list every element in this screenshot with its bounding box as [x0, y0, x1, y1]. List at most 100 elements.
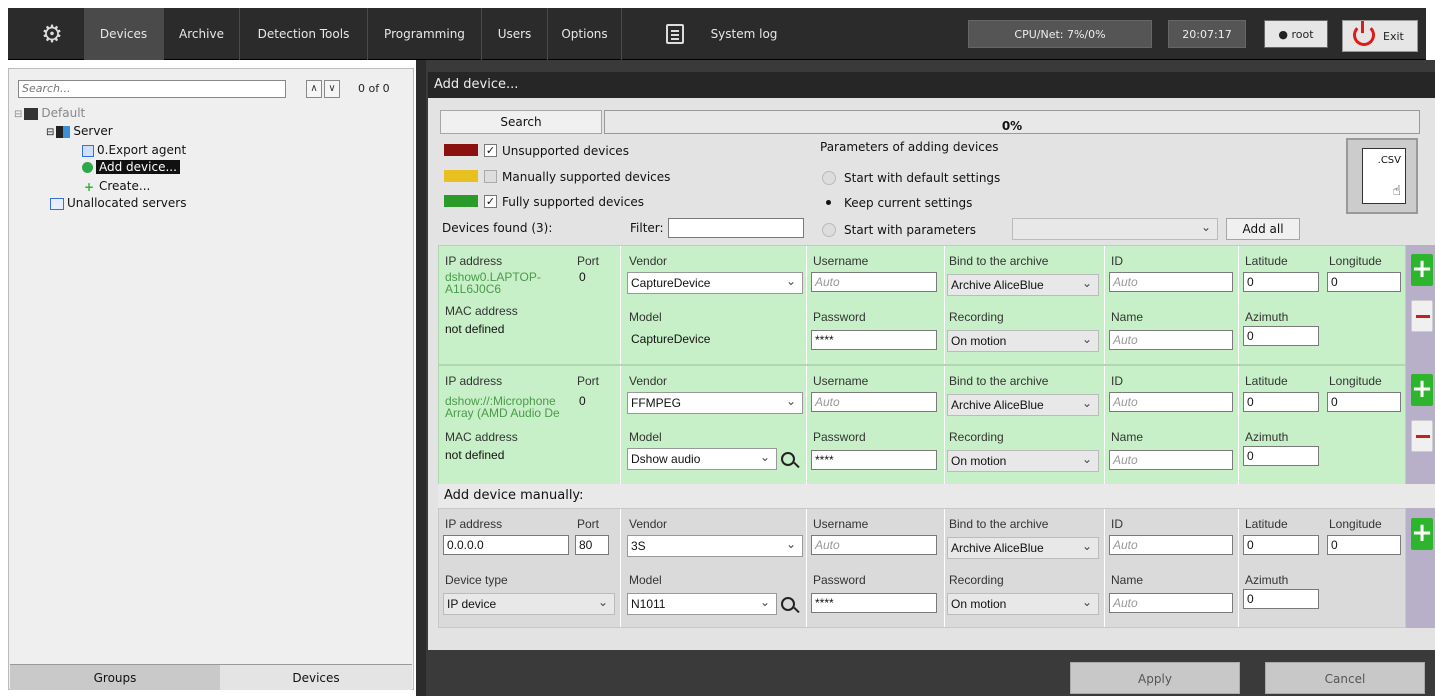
tree-label: 0.Export agent: [97, 143, 187, 157]
power-icon: [1353, 21, 1375, 46]
exit-button[interactable]: Exit: [1342, 20, 1418, 52]
azimuth-input[interactable]: 0: [1243, 446, 1319, 466]
id-input[interactable]: Auto: [1109, 535, 1233, 555]
model-select[interactable]: N1011: [627, 592, 777, 615]
radio-keep-settings[interactable]: [822, 196, 836, 210]
password-input[interactable]: ****: [811, 330, 937, 350]
cpu-net-indicator: CPU/Net: 7%/0%: [968, 20, 1152, 48]
tree-item-unallocated[interactable]: Unallocated servers: [50, 196, 186, 210]
tree-item-export-agent[interactable]: 0.Export agent: [82, 143, 186, 157]
port-input[interactable]: 80: [575, 535, 609, 555]
gear-icon[interactable]: ⚙: [38, 20, 66, 48]
add-manual-device-button[interactable]: +: [1411, 518, 1433, 550]
latitude-input[interactable]: 0: [1243, 392, 1319, 412]
tab-devices-list[interactable]: Devices: [220, 664, 412, 690]
azimuth-input[interactable]: 0: [1243, 326, 1319, 346]
model-select[interactable]: Dshow audio: [627, 447, 777, 470]
device-type-select[interactable]: IP device: [443, 592, 615, 615]
tab-programming[interactable]: Programming: [368, 8, 482, 60]
recording-label: Recording: [949, 430, 1004, 444]
magnifier-icon: [82, 162, 93, 173]
archive-select[interactable]: Archive AliceBlue: [947, 393, 1099, 416]
latitude-label: Latitude: [1245, 254, 1288, 268]
latitude-input[interactable]: 0: [1243, 535, 1319, 555]
longitude-input[interactable]: 0: [1327, 392, 1401, 412]
add-device-button[interactable]: +: [1411, 374, 1433, 406]
password-input[interactable]: ****: [811, 593, 937, 613]
archive-select[interactable]: Archive AliceBlue: [947, 273, 1099, 296]
latitude-input[interactable]: 0: [1243, 272, 1319, 292]
tab-options[interactable]: Options: [548, 8, 622, 60]
tree-item-default[interactable]: ⊟ Default: [14, 106, 85, 122]
add-device-button[interactable]: +: [1411, 254, 1433, 286]
search-icon[interactable]: [781, 597, 795, 611]
latitude-label: Latitude: [1245, 517, 1288, 531]
add-all-button[interactable]: Add all: [1226, 218, 1300, 240]
tab-archive[interactable]: Archive: [164, 8, 240, 60]
remove-device-button[interactable]: [1411, 420, 1433, 452]
search-icon[interactable]: [781, 452, 795, 466]
cancel-button[interactable]: Cancel: [1265, 662, 1425, 694]
longitude-input[interactable]: 0: [1327, 535, 1401, 555]
password-input[interactable]: ****: [811, 450, 937, 470]
latitude-label: Latitude: [1245, 374, 1288, 388]
search-input[interactable]: Search...: [18, 80, 286, 98]
csv-label: .CSV: [1377, 155, 1401, 166]
id-input[interactable]: Auto: [1109, 272, 1233, 292]
tab-devices[interactable]: Devices: [84, 8, 164, 60]
vendor-select[interactable]: 3S: [627, 534, 803, 557]
tab-system-log[interactable]: System log: [694, 8, 794, 60]
tree-item-add-device[interactable]: Add device...: [82, 160, 180, 174]
azimuth-input[interactable]: 0: [1243, 589, 1319, 609]
username-input[interactable]: Auto: [811, 272, 937, 292]
prev-result-button[interactable]: ∧: [306, 80, 322, 98]
radio-default-settings[interactable]: [822, 171, 836, 185]
remove-device-button[interactable]: [1411, 300, 1433, 332]
username-input[interactable]: Auto: [811, 535, 937, 555]
vendor-select[interactable]: CaptureDevice: [627, 271, 803, 294]
tab-users[interactable]: Users: [482, 8, 548, 60]
radio-start-params[interactable]: [822, 223, 836, 237]
monitor-icon: [50, 197, 64, 210]
parameters-select[interactable]: [1012, 217, 1218, 240]
ip-label: IP address: [445, 374, 503, 388]
recording-select[interactable]: On motion: [947, 329, 1099, 352]
unsupported-legend-icon: [444, 144, 478, 156]
recording-select[interactable]: On motion: [947, 449, 1099, 472]
apply-button[interactable]: Apply: [1070, 662, 1240, 694]
splitter[interactable]: [416, 60, 426, 696]
name-input[interactable]: Auto: [1109, 593, 1233, 613]
next-result-button[interactable]: ∨: [324, 80, 340, 98]
filter-input[interactable]: [668, 218, 804, 238]
tree-label: Default: [41, 106, 86, 120]
tree-item-server[interactable]: ⊟ Server: [46, 124, 113, 140]
tab-groups[interactable]: Groups: [10, 664, 220, 690]
port-label: Port: [577, 254, 600, 268]
name-input[interactable]: Auto: [1109, 330, 1233, 350]
search-button[interactable]: Search: [440, 110, 602, 134]
azimuth-label: Azimuth: [1245, 310, 1289, 324]
radio-params-label: Start with parameters: [844, 223, 977, 237]
name-input[interactable]: Auto: [1109, 450, 1233, 470]
tree-item-create[interactable]: + Create...: [82, 179, 150, 193]
tab-detection-tools[interactable]: Detection Tools: [240, 8, 368, 60]
user-icon: ●: [1278, 28, 1289, 41]
port-value: 0: [579, 394, 586, 408]
recording-select[interactable]: On motion: [947, 592, 1099, 615]
longitude-input[interactable]: 0: [1327, 272, 1401, 292]
archive-select[interactable]: Archive AliceBlue: [947, 536, 1099, 559]
full-checkbox[interactable]: ✓: [484, 195, 497, 208]
system-log-icon[interactable]: [666, 24, 684, 44]
ip-input[interactable]: 0.0.0.0: [443, 535, 569, 555]
manual-checkbox[interactable]: [484, 170, 497, 183]
tree-label: Add device...: [96, 160, 180, 174]
server-icon: [56, 125, 71, 138]
vendor-select[interactable]: FFMPEG: [627, 391, 803, 414]
csv-import-button[interactable]: .CSV ☝: [1346, 138, 1418, 214]
user-button[interactable]: ● root: [1264, 20, 1328, 48]
unsupported-checkbox[interactable]: ✓: [484, 144, 497, 157]
username-input[interactable]: Auto: [811, 392, 937, 412]
full-legend-icon: [444, 195, 478, 207]
archive-label: Bind to the archive: [949, 374, 1049, 388]
id-input[interactable]: Auto: [1109, 392, 1233, 412]
